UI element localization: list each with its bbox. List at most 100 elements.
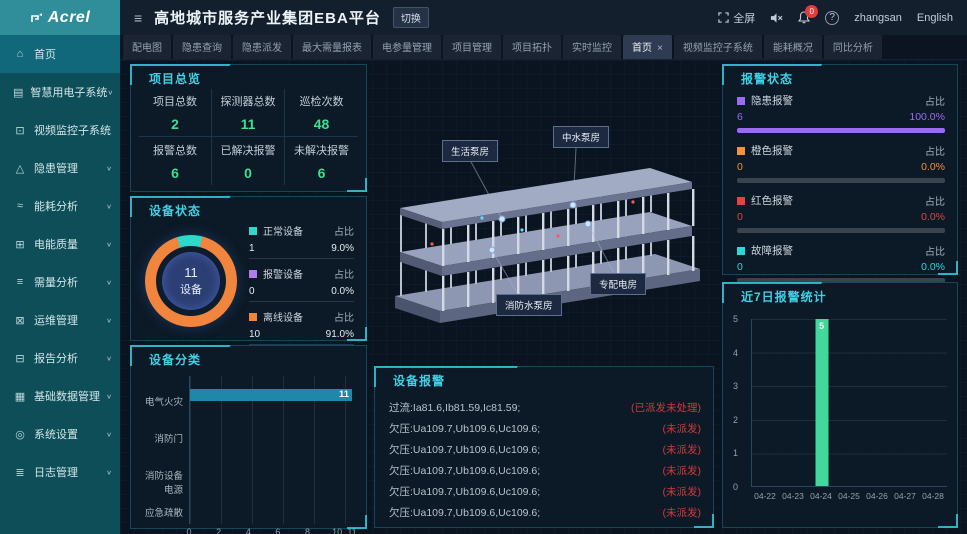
tab-distribution-map[interactable]: 配电图 (123, 35, 171, 59)
weekly-alarm-bar-chart: 5 (751, 319, 947, 487)
alarm-status: (未派发) (663, 484, 702, 499)
sidebar-item-demand-analysis[interactable]: ≡ 需量分析 ∨ (0, 263, 120, 301)
legend-item-alarm: 报警设备占比 00.0% (249, 266, 354, 302)
acrel-logo: Acrel (0, 0, 120, 35)
demand-icon: ≡ (13, 276, 27, 288)
legend-swatch (737, 247, 745, 255)
device-category-panel: 设备分类 电气火灾 消防门 消防设备电源 应急疏散 11 0 2 4 6 8 1… (130, 345, 367, 529)
tab-hazard-dispatch[interactable]: 隐患派发 (233, 35, 291, 59)
alarm-status-row-fault: 故障报警占比 00.0% (737, 243, 945, 283)
device-status-panel: 设备状态 11 设备 正常设备占比 19.0% 报警设备占比 00.0% (130, 196, 367, 341)
legend-swatch (249, 313, 257, 321)
chevron-down-icon: ∨ (107, 88, 113, 95)
power-icon: ⊞ (13, 238, 27, 251)
eba-dashboard: Acrel ≡ 高地城市服务产业集团EBA平台 切换 全屏 (0, 0, 967, 534)
scene-label-life-pump-room[interactable]: 生活泵房 (442, 140, 498, 162)
chevron-down-icon: ∨ (106, 202, 112, 209)
alarm-row[interactable]: 欠压:Ua109.7,Ub109.6,Uc109.6;(未派发) (389, 439, 701, 460)
notifications-button[interactable]: 0 (798, 11, 810, 24)
fullscreen-icon (718, 12, 729, 23)
alarm-row[interactable]: 欠压:Ua109.7,Ub109.6,Uc109.6;(未派发) (389, 418, 701, 439)
tab-project-mgmt[interactable]: 项目管理 (443, 35, 501, 59)
chevron-down-icon: ∨ (106, 392, 112, 399)
tab-realtime-monitor[interactable]: 实时监控 (563, 35, 621, 59)
ops-icon: ⊠ (13, 314, 27, 327)
tab-project-topology[interactable]: 项目拓扑 (503, 35, 561, 59)
tab-max-demand-report[interactable]: 最大需量报表 (293, 35, 371, 59)
page-title: 高地城市服务产业集团EBA平台 (154, 7, 381, 28)
language-switcher[interactable]: English (917, 12, 953, 24)
sidebar-item-hazard-mgmt[interactable]: △ 隐患管理 ∨ (0, 149, 120, 187)
donut-center-label: 11 设备 (162, 252, 220, 310)
legend-swatch (249, 270, 257, 278)
tab-video-subsystem[interactable]: 视频监控子系统 (674, 35, 762, 59)
sidebar-item-report-analysis[interactable]: ⊟ 报告分析 ∨ (0, 339, 120, 377)
progress-bar (737, 128, 945, 133)
header-actions: 全屏 0 ? zhangsan English (718, 10, 967, 26)
sidebar-item-power-quality[interactable]: ⊞ 电能质量 ∨ (0, 225, 120, 263)
scene-label-reclaimed-water-pump-room[interactable]: 中水泵房 (553, 126, 609, 148)
legend-swatch (737, 147, 745, 155)
report-icon: ⊟ (13, 352, 27, 365)
legend-swatch (737, 197, 745, 205)
top-header: Acrel ≡ 高地城市服务产业集团EBA平台 切换 全屏 (0, 0, 967, 35)
dashboard-content: 项目总览 项目总数2 探测器总数11 巡检次数48 报警总数6 已解决报警0 未… (120, 60, 967, 534)
tab-hazard-query[interactable]: 隐患查询 (173, 35, 231, 59)
alarm-row[interactable]: 欠压:Ua109.7,Ub109.6,Uc109.6;(未派发) (389, 502, 701, 523)
sidebar-item-system-settings[interactable]: ◎ 系统设置 ∨ (0, 415, 120, 453)
video-icon: ⊡ (13, 124, 27, 137)
menu-collapse-icon[interactable]: ≡ (134, 10, 142, 26)
tab-energy-overview[interactable]: 能耗概况 (764, 35, 822, 59)
alarm-status-row-orange: 橙色报警占比 00.0% (737, 143, 945, 183)
bar-electrical-fire: 11 (190, 389, 352, 401)
panel-title: 设备状态 (149, 202, 201, 219)
sidebar-item-log-mgmt[interactable]: ≣ 日志管理 ∨ (0, 453, 120, 491)
alarm-status-panel: 报警状态 隐患报警占比 6100.0% 橙色报警占比 00.0% 红色报警占比 … (722, 64, 958, 275)
sidebar-item-home[interactable]: ⌂ 首页 (0, 35, 120, 73)
panel-title: 设备报警 (393, 372, 445, 389)
tab-home[interactable]: 首页× (623, 35, 672, 59)
tab-yoy-analysis[interactable]: 同比分析 (824, 35, 882, 59)
speaker-mute-icon (770, 12, 783, 24)
panel-title: 近7日报警统计 (741, 288, 827, 305)
sidebar-item-ops-mgmt[interactable]: ⊠ 运维管理 ∨ (0, 301, 120, 339)
tab-param-mgmt[interactable]: 电参量管理 (373, 35, 441, 59)
chevron-down-icon: ∨ (106, 354, 112, 361)
chevron-down-icon: ∨ (106, 278, 112, 285)
sidebar-item-smart-power[interactable]: ▤ 智慧用电子系统 ∨ (0, 73, 120, 111)
sidebar-item-energy-analysis[interactable]: ≈ 能耗分析 ∨ (0, 187, 120, 225)
building-3d-scene[interactable]: 生活泵房 中水泵房 消防水泵房 专配电房 (370, 60, 720, 360)
log-icon: ≣ (13, 466, 27, 479)
alarm-status: (未派发) (663, 463, 702, 478)
energy-icon: ≈ (13, 200, 27, 212)
sidebar-item-basic-data[interactable]: ▦ 基础数据管理 ∨ (0, 377, 120, 415)
alarm-status-row-red: 红色报警占比 00.0% (737, 193, 945, 233)
logo-text: Acrel (48, 9, 91, 27)
sidebar-item-video-monitor[interactable]: ⊡ 视频监控子系统 (0, 111, 120, 149)
bar-04-24: 5 (815, 319, 828, 486)
help-button[interactable]: ? (825, 11, 839, 25)
legend-item-offline: 离线设备占比 1091.0% (249, 309, 354, 345)
panel-title: 设备分类 (149, 351, 201, 368)
database-icon: ▦ (13, 390, 27, 403)
legend-item-normal: 正常设备占比 19.0% (249, 223, 354, 259)
project-stats-grid: 项目总数2 探测器总数11 巡检次数48 报警总数6 已解决报警0 未解决报警6 (139, 89, 358, 185)
open-tabs-bar: 配电图 隐患查询 隐患派发 最大需量报表 电参量管理 项目管理 项目拓扑 实时监… (120, 35, 967, 60)
scene-label-fire-water-pump-room[interactable]: 消防水泵房 (496, 294, 562, 316)
notification-badge: 0 (805, 5, 818, 18)
alarm-status: (未派发) (663, 442, 702, 457)
scene-label-distribution-room[interactable]: 专配电房 (590, 273, 646, 295)
switch-project-button[interactable]: 切换 (393, 7, 429, 28)
alarm-status-row-hazard: 隐患报警占比 6100.0% (737, 93, 945, 133)
alarm-row[interactable]: 过流:Ia81.6,Ib81.59,Ic81.59;(已派发未处理) (389, 397, 701, 418)
user-menu[interactable]: zhangsan (854, 12, 902, 24)
x-axis-labels: 04-22 04-23 04-24 04-25 04-26 04-27 04-2… (751, 491, 947, 501)
fullscreen-button[interactable]: 全屏 (718, 10, 755, 26)
mute-button[interactable] (770, 12, 783, 24)
chevron-down-icon: ∨ (106, 468, 112, 475)
alarm-row[interactable]: 欠压:Ua109.7,Ub109.6,Uc109.6;(未派发) (389, 481, 701, 502)
alarm-row[interactable]: 欠压:Ua109.7,Ub109.6,Uc109.6;(未派发) (389, 460, 701, 481)
tab-close-icon[interactable]: × (657, 43, 663, 54)
device-status-donut-chart: 11 设备 (145, 235, 237, 327)
chevron-down-icon: ∨ (106, 430, 112, 437)
